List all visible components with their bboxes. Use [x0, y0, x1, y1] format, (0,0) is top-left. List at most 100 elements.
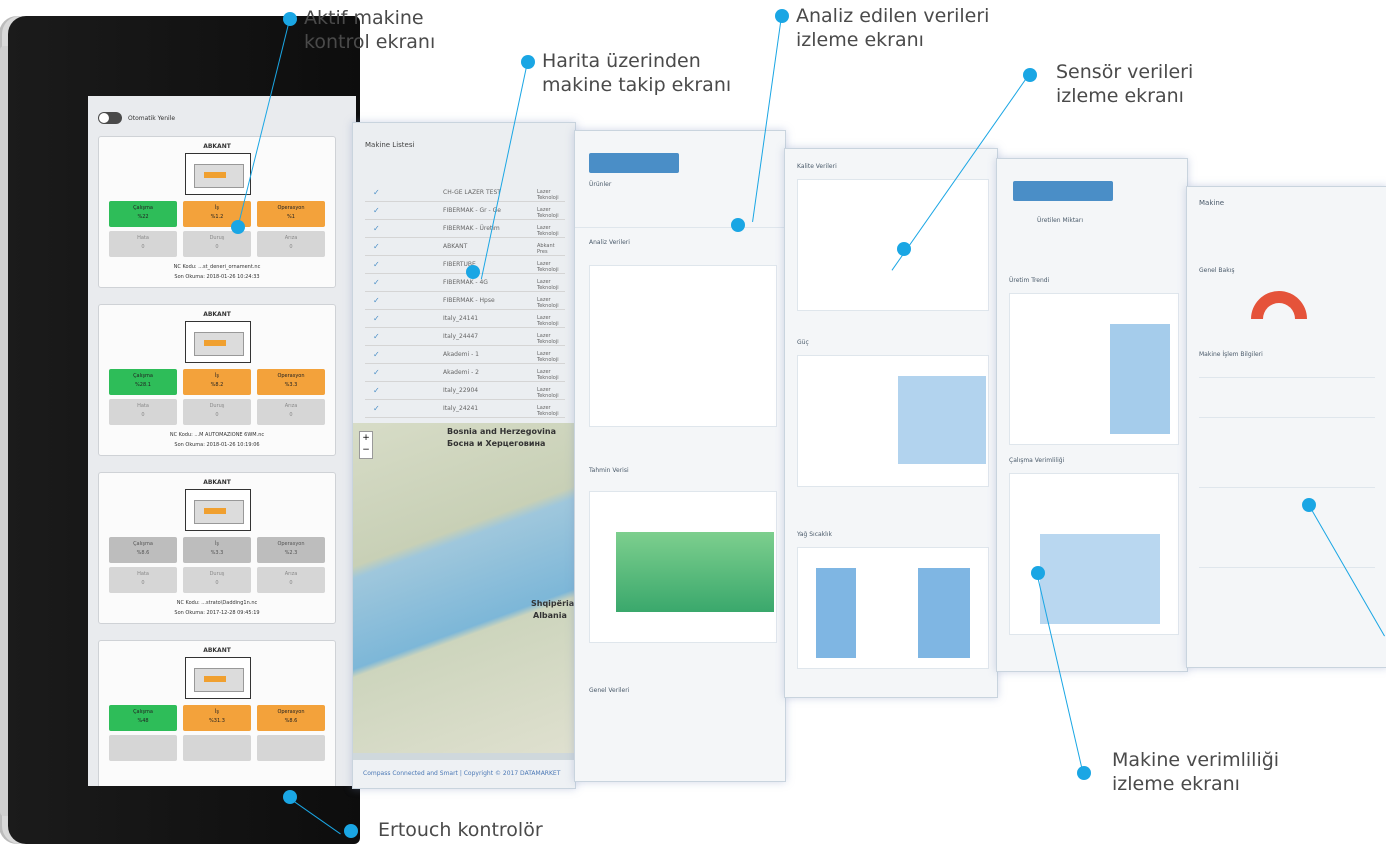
- status-tile-error[interactable]: Hata 0: [109, 231, 177, 257]
- check-icon[interactable]: ✓: [373, 296, 380, 305]
- auto-refresh-label: Otomatik Yenile: [128, 114, 176, 122]
- callout-dot: [283, 790, 297, 804]
- status-tile-job[interactable]: İş %3.3: [183, 537, 251, 563]
- machine-list-row[interactable]: ✓ Italy_24241 Lazer Teknoloji: [365, 401, 565, 418]
- check-icon[interactable]: ✓: [373, 332, 380, 341]
- oil-temp-bar: [918, 568, 970, 658]
- status-tile-running[interactable]: Çalışma %8.6: [109, 537, 177, 563]
- check-icon[interactable]: ✓: [373, 386, 380, 395]
- efficiency-panel: Üretilen Miktarı Üretim Trendi Çalışma V…: [996, 158, 1188, 672]
- products-label: Ürünler: [589, 181, 612, 188]
- machine-list-name: Italy_24447: [443, 333, 479, 340]
- products-tab[interactable]: [589, 153, 679, 173]
- machine-image: [185, 657, 251, 699]
- machine-card[interactable]: ABKANT Çalışma %8.6 İş %3.3 Operasyon %2.3 H…: [98, 472, 336, 624]
- map-view[interactable]: Bosnia and Herzegovina Босна и Херцегови…: [353, 423, 575, 753]
- status-tile-stop[interactable]: Duruş 0: [183, 567, 251, 593]
- status-tile-operation[interactable]: Operasyon %1: [257, 201, 325, 227]
- status-tile-running[interactable]: Çalışma %28.1: [109, 369, 177, 395]
- machine-list-name: Akademi - 2: [443, 369, 479, 376]
- machine-list-row[interactable]: ✓ ABKANT Abkant Pres: [365, 239, 565, 256]
- efficiency-tab[interactable]: [1013, 181, 1113, 201]
- divider: [1199, 487, 1375, 488]
- status-tile-fault[interactable]: Arıza 0: [257, 567, 325, 593]
- callout-dot: [1302, 498, 1316, 512]
- forecast-area: [616, 532, 774, 612]
- status-tile-stop[interactable]: [183, 735, 251, 761]
- callout-dot: [775, 9, 789, 23]
- analysis-panel: Ürünler Analiz Verileri Tahmin Verisi Ge…: [574, 130, 786, 782]
- nc-code-text: NC Kodu: ...M AUTOMAZIONE 6WM.nc: [169, 432, 265, 438]
- utilization-gauge: [1251, 291, 1307, 319]
- machine-list-row[interactable]: ✓ FIBERMAK - Gr - Ge Lazer Teknoloji: [365, 203, 565, 220]
- copyright-text: Compass Connected and Smart | Copyright …: [363, 770, 561, 777]
- machine-list-row[interactable]: ✓ FIBERMAK - 4G Lazer Teknoloji: [365, 275, 565, 292]
- status-tile-fault[interactable]: Arıza 0: [257, 231, 325, 257]
- machine-list-row[interactable]: ✓ Akademi - 2 Lazer Teknoloji: [365, 365, 565, 382]
- power-section-title: Güç: [797, 339, 809, 346]
- machine-card[interactable]: ABKANT Çalışma %28.1 İş %8.2 Operasyon %3.3…: [98, 304, 336, 456]
- auto-refresh-row[interactable]: Otomatik Yenile: [98, 110, 175, 126]
- status-tile-job[interactable]: İş %8.2: [183, 369, 251, 395]
- machine-list-row[interactable]: ✓ FIBERMAK - Üretim Lazer Teknoloji: [365, 221, 565, 238]
- machine-list-row[interactable]: ✓ Italy_22904 Lazer Teknoloji: [365, 383, 565, 400]
- status-tile-stop[interactable]: Duruş 0: [183, 399, 251, 425]
- status-tile-running[interactable]: Çalışma %22: [109, 201, 177, 227]
- machine-list: Makine Listesi ✓ CH-GE LAZER TEST Lazer Te…: [353, 123, 575, 423]
- machine-list-row[interactable]: ✓ Akademi - 1 Lazer Teknoloji: [365, 347, 565, 364]
- callout-dot: [344, 824, 358, 838]
- machine-list-row[interactable]: ✓ FIBERTUBE Lazer Teknoloji: [365, 257, 565, 274]
- status-tile-stop[interactable]: Duruş 0: [183, 231, 251, 257]
- status-tile-operation[interactable]: Operasyon %2.3: [257, 537, 325, 563]
- callout-analysis: Analiz edilen verileri izleme ekranı: [796, 5, 990, 51]
- divider: [1199, 377, 1375, 378]
- check-icon[interactable]: ✓: [373, 350, 380, 359]
- callout-sensor: Sensör verileri izleme ekranı: [1056, 61, 1194, 107]
- check-icon[interactable]: ✓: [373, 368, 380, 377]
- machine-name: ABKANT: [203, 479, 231, 486]
- analysis-section-title: Analiz Verileri: [589, 239, 630, 246]
- last-read-text: Son Okuma: 2018-01-26 10:24:33: [174, 274, 260, 280]
- check-icon[interactable]: ✓: [373, 242, 380, 251]
- check-icon[interactable]: ✓: [373, 260, 380, 269]
- machine-list-row[interactable]: ✓ CH-GE LAZER TEST Lazer Teknoloji: [365, 185, 565, 202]
- power-chart: [797, 355, 989, 487]
- status-tile-operation[interactable]: Operasyon %3.3: [257, 369, 325, 395]
- map-zoom-control[interactable]: + −: [359, 431, 373, 459]
- status-tile-operation[interactable]: Operasyon %8.6: [257, 705, 325, 731]
- status-tile-job[interactable]: İş %31.3: [183, 705, 251, 731]
- machine-card[interactable]: ABKANT Çalışma %48 İş %31.3 Operasyon %8.6: [98, 640, 336, 786]
- status-tile-error[interactable]: Hata 0: [109, 567, 177, 593]
- callout-dot: [466, 265, 480, 279]
- check-icon[interactable]: ✓: [373, 404, 380, 413]
- machine-list-type: Abkant Pres: [537, 243, 555, 255]
- callout-dot: [1031, 566, 1045, 580]
- check-icon[interactable]: ✓: [373, 278, 380, 287]
- status-tile-running[interactable]: Çalışma %48: [109, 705, 177, 731]
- machine-name: ABKANT: [203, 143, 231, 150]
- check-icon[interactable]: ✓: [373, 206, 380, 215]
- callout-dot: [521, 55, 535, 69]
- auto-refresh-toggle[interactable]: [98, 112, 122, 124]
- status-tile-error[interactable]: [109, 735, 177, 761]
- machine-card[interactable]: ABKANT Çalışma %22 İş %1.2 Operasyon %1 Hata…: [98, 136, 336, 288]
- machine-list-row[interactable]: ✓ FIBERMAK - Hpse Lazer Teknoloji: [365, 293, 565, 310]
- check-icon[interactable]: ✓: [373, 314, 380, 323]
- check-icon[interactable]: ✓: [373, 188, 380, 197]
- check-icon[interactable]: ✓: [373, 224, 380, 233]
- machine-list-row[interactable]: ✓ Italy_24447 Lazer Teknoloji: [365, 329, 565, 346]
- machine-name: ABKANT: [203, 311, 231, 318]
- trend-chart: [1009, 293, 1179, 445]
- status-tile-fault[interactable]: [257, 735, 325, 761]
- oil-temp-chart: [797, 547, 989, 669]
- machine-list-type: Lazer Teknoloji: [537, 225, 559, 237]
- last-read-text: Son Okuma: 2018-01-26 10:19:06: [174, 442, 260, 448]
- status-tile-fault[interactable]: Arıza 0: [257, 399, 325, 425]
- status-tile-error[interactable]: Hata 0: [109, 399, 177, 425]
- machine-image: [185, 153, 251, 195]
- callout-dot: [231, 220, 245, 234]
- machine-list-type: Lazer Teknoloji: [537, 297, 559, 309]
- machine-list-row[interactable]: ✓ Italy_24141 Lazer Teknoloji: [365, 311, 565, 328]
- divider: [575, 227, 785, 228]
- overview-section-title: Genel Bakış: [1199, 267, 1235, 274]
